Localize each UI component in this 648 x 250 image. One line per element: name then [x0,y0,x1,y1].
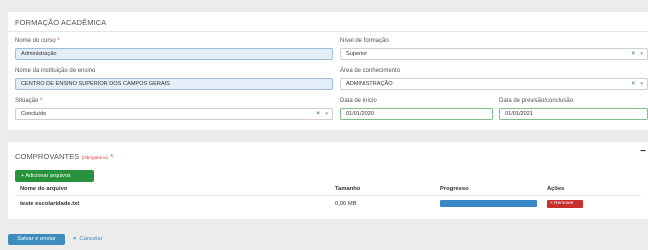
nome-curso-label: Nome do curso * [15,38,60,44]
obrigatorio-badge: (Obrigatório) [81,155,109,160]
chevron-down-icon[interactable]: ▼ [640,79,644,89]
area-conhecimento-select[interactable]: ADMINISTRAÇÃO × ▼ [340,78,648,90]
section-title-comprovantes: COMPROVANTES (Obrigatório) * [15,152,114,161]
nivel-formacao-label: Nível de formação [340,38,389,44]
section-title-formacao: FORMAÇÃO ACADÊMICA [15,18,107,27]
nome-curso-input[interactable]: Administração [15,48,333,60]
col-header-acoes: Ações [547,186,565,192]
instituicao-input[interactable]: CENTRO DE ENSINO SUPERIOR DOS CAMPOS GER… [15,78,333,90]
close-icon: × [73,236,77,242]
col-header-tamanho: Tamanho [335,186,361,192]
collapse-icon[interactable]: − [640,146,646,157]
remove-file-button[interactable]: × Remover [547,200,583,208]
clear-icon[interactable]: × [631,49,635,59]
table-divider [15,195,641,196]
file-name: teste escolaridade.txt [20,201,80,207]
situacao-value: Concluído [21,111,47,117]
data-inicio-label: Data de início [340,98,377,104]
area-conhecimento-label: Área de conhecimento [340,68,401,74]
cancel-button[interactable]: × Cancelar [73,236,103,242]
area-conhecimento-value: ADMINISTRAÇÃO [346,81,393,87]
nivel-formacao-select[interactable]: Superior × ▼ [340,48,648,60]
nivel-formacao-value: Superior [346,51,368,57]
col-header-progresso: Progresso [440,186,469,192]
add-files-button[interactable]: + Adicionar arquivos [15,170,94,182]
clear-icon[interactable]: × [316,109,320,119]
col-header-nome: Nome do arquivo [20,186,68,192]
instituicao-label: Nome da instituição de ensino [15,68,96,74]
comprovantes-panel: COMPROVANTES (Obrigatório) * − + Adicion… [8,142,648,219]
data-inicio-input[interactable]: 01/01/2020 [340,108,493,120]
upload-progress-bar [440,200,537,207]
divider [8,31,648,32]
situacao-label: Situação * [15,98,43,104]
file-size: 0,00 MB [335,201,357,207]
clear-icon[interactable]: × [631,79,635,89]
data-conclusao-label: Data de previsão/conclusão [499,98,574,104]
situacao-select[interactable]: Concluído × ▼ [15,108,333,120]
save-and-send-button[interactable]: Salvar e enviar [8,234,65,245]
chevron-down-icon[interactable]: ▼ [640,49,644,59]
chevron-down-icon[interactable]: ▼ [325,109,329,119]
data-conclusao-input[interactable]: 01/01/2021 [499,108,648,120]
formacao-panel: FORMAÇÃO ACADÊMICA Nome do curso * Admin… [8,12,648,130]
